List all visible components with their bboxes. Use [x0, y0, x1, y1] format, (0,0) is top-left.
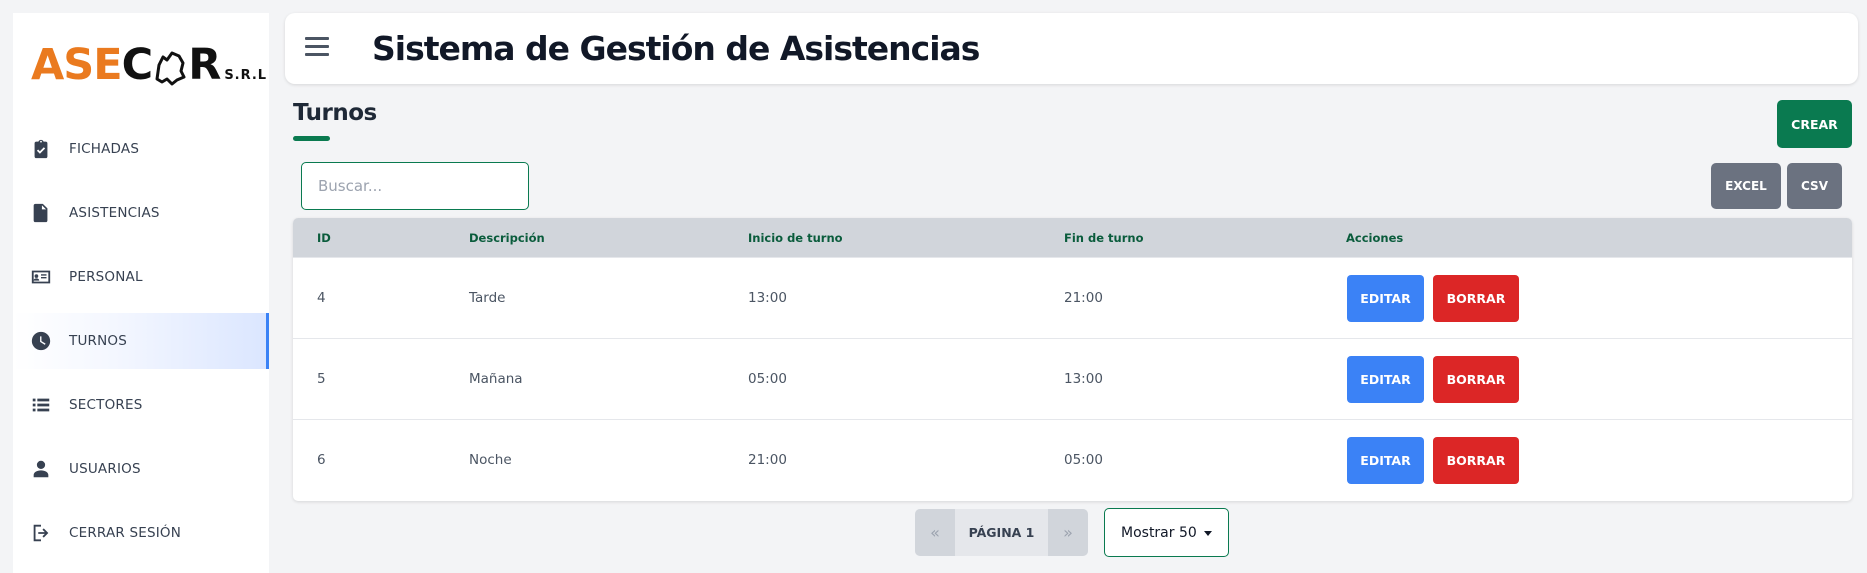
cell-inicio: 13:00	[748, 290, 787, 306]
column-header-id: ID	[317, 231, 331, 245]
user-icon	[29, 457, 53, 481]
hamburger-menu-icon[interactable]	[305, 37, 329, 61]
page-indicator: PÁGINA 1	[968, 525, 1035, 540]
id-card-icon	[29, 265, 53, 289]
column-header-acciones: Acciones	[1346, 231, 1404, 245]
table-header: ID Descripción Inicio de turno Fin de tu…	[293, 218, 1852, 257]
clock-icon	[29, 329, 53, 353]
page-size-value: Mostrar 50	[1121, 524, 1197, 541]
sidebar-item-usuarios[interactable]: USUARIOS	[13, 441, 269, 497]
top-header: Sistema de Gestión de Asistencias	[285, 13, 1858, 84]
sidebar: ASE C R S.R.L FICHADAS ASISTENCIAS PERSO…	[13, 13, 269, 573]
sidebar-item-label: FICHADAS	[69, 141, 140, 157]
cell-inicio: 05:00	[748, 371, 787, 387]
export-excel-button[interactable]: EXCEL	[1711, 163, 1781, 209]
sidebar-item-personal[interactable]: PERSONAL	[13, 249, 269, 305]
sidebar-item-asistencias[interactable]: ASISTENCIAS	[13, 185, 269, 241]
sidebar-item-label: ASISTENCIAS	[69, 205, 160, 221]
app-title: Sistema de Gestión de Asistencias	[372, 29, 980, 68]
sidebar-item-turnos[interactable]: TURNOS	[13, 313, 269, 369]
table-row: 6 Noche 21:00 05:00 EDITAR BORRAR	[293, 419, 1852, 500]
previous-page-button[interactable]: «	[915, 509, 955, 556]
column-header-descripcion: Descripción	[469, 231, 545, 245]
pagination: « PÁGINA 1 »	[915, 509, 1088, 556]
sidebar-item-label: TURNOS	[69, 333, 128, 349]
cell-descripcion: Noche	[469, 452, 512, 468]
page-size-select[interactable]: Mostrar 50	[1104, 508, 1229, 557]
company-logo: ASE C R S.R.L	[31, 35, 267, 87]
cell-descripcion: Tarde	[469, 290, 506, 306]
shifts-table: ID Descripción Inicio de turno Fin de tu…	[293, 218, 1852, 501]
sidebar-nav: FICHADAS ASISTENCIAS PERSONAL TURNOS SEC…	[13, 121, 269, 569]
sidebar-item-sectores[interactable]: SECTORES	[13, 377, 269, 433]
cell-fin: 05:00	[1064, 452, 1103, 468]
sidebar-item-label: CERRAR SESIÓN	[69, 525, 182, 541]
cell-fin: 13:00	[1064, 371, 1103, 387]
delete-button[interactable]: BORRAR	[1433, 275, 1519, 322]
column-header-fin: Fin de turno	[1064, 231, 1144, 245]
delete-button[interactable]: BORRAR	[1433, 437, 1519, 484]
cell-id: 5	[317, 371, 326, 387]
table-row: 4 Tarde 13:00 21:00 EDITAR BORRAR	[293, 257, 1852, 338]
edit-button[interactable]: EDITAR	[1347, 356, 1424, 403]
column-header-inicio: Inicio de turno	[748, 231, 843, 245]
delete-button[interactable]: BORRAR	[1433, 356, 1519, 403]
cell-inicio: 21:00	[748, 452, 787, 468]
edit-button[interactable]: EDITAR	[1347, 275, 1424, 322]
title-underline	[293, 136, 330, 141]
cell-id: 4	[317, 290, 326, 306]
caret-down-icon	[1204, 531, 1212, 536]
page-title: Turnos	[293, 100, 377, 126]
sidebar-item-label: PERSONAL	[69, 269, 143, 285]
list-icon	[29, 393, 53, 417]
logo-suffix: S.R.L	[224, 68, 268, 83]
file-icon	[29, 201, 53, 225]
logo-text-ase: ASE	[31, 40, 123, 90]
clipboard-check-icon	[29, 137, 53, 161]
logo-text-cor: C R	[121, 40, 222, 90]
sidebar-item-label: SECTORES	[69, 397, 143, 413]
table-row: 5 Mañana 05:00 13:00 EDITAR BORRAR	[293, 338, 1852, 419]
cell-descripcion: Mañana	[469, 371, 523, 387]
cell-fin: 21:00	[1064, 290, 1103, 306]
search-input[interactable]	[301, 162, 529, 210]
sidebar-item-fichadas[interactable]: FICHADAS	[13, 121, 269, 177]
logout-icon	[29, 521, 53, 545]
create-button[interactable]: CREAR	[1777, 100, 1852, 148]
export-csv-button[interactable]: CSV	[1787, 163, 1842, 209]
sidebar-item-cerrar-sesion[interactable]: CERRAR SESIÓN	[13, 505, 269, 561]
next-page-button[interactable]: »	[1048, 509, 1088, 556]
sidebar-item-label: USUARIOS	[69, 461, 141, 477]
cell-id: 6	[317, 452, 326, 468]
edit-button[interactable]: EDITAR	[1347, 437, 1424, 484]
map-outline-icon	[155, 51, 186, 86]
